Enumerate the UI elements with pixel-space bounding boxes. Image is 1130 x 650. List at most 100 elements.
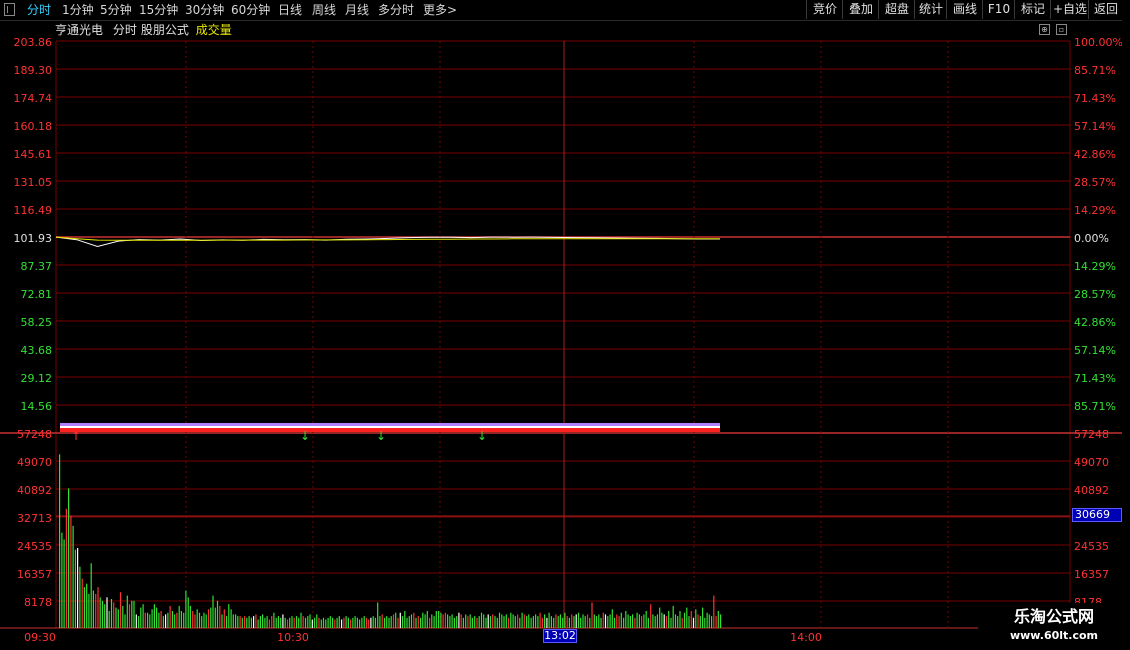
- volume-bar: [528, 614, 530, 628]
- volume-axis-label: 40892: [17, 484, 52, 497]
- volume-bar: [289, 617, 291, 628]
- volume-bar: [580, 617, 582, 628]
- volume-bar: [95, 593, 97, 628]
- volume-bar: [207, 609, 210, 628]
- volume-axis-label-right: 40892: [1074, 484, 1109, 497]
- percent-axis-label: 28.57%: [1074, 176, 1116, 189]
- volume-bar: [386, 616, 388, 628]
- volume-bar: [471, 617, 473, 628]
- volume-bar: [250, 617, 252, 628]
- volume-bar: [582, 614, 584, 628]
- volume-bar: [593, 614, 595, 628]
- volume-bar: [372, 616, 374, 628]
- volume-bar: [546, 617, 548, 628]
- volume-bar: [68, 488, 70, 628]
- volume-bar: [553, 617, 555, 628]
- volume-bar: [526, 616, 528, 628]
- volume-bar: [420, 617, 422, 628]
- volume-bar: [602, 612, 604, 628]
- volume-bar: [595, 616, 598, 628]
- volume-bar: [573, 616, 575, 628]
- volume-bar: [122, 605, 124, 628]
- volume-bar: [501, 614, 503, 628]
- volume-bar: [503, 616, 505, 628]
- volume-axis-label-right: 57248: [1074, 428, 1109, 441]
- volume-bar: [262, 614, 264, 628]
- sell-signal-icon: ↓: [300, 429, 310, 443]
- volume-bar: [169, 605, 171, 628]
- volume-bar: [347, 617, 349, 628]
- volume-axis-label: 24535: [17, 540, 52, 553]
- volume-bar: [232, 614, 234, 628]
- volume-bar: [555, 614, 557, 628]
- volume-bar: [212, 595, 214, 628]
- sell-signal-icon: ↓: [477, 429, 487, 443]
- percent-axis-label: 71.43%: [1074, 92, 1116, 105]
- volume-bar: [345, 616, 347, 628]
- volume-bar: [519, 617, 521, 628]
- percent-axis-label: 14.29%: [1074, 260, 1116, 273]
- volume-bar: [442, 614, 444, 628]
- percent-axis-label: 42.86%: [1074, 316, 1116, 329]
- time-axis-label: 09:30: [24, 631, 56, 644]
- volume-bar: [483, 614, 485, 628]
- volume-bar: [424, 614, 426, 628]
- volume-bar: [435, 611, 437, 628]
- volume-bar: [153, 604, 155, 628]
- volume-bar: [216, 600, 219, 628]
- volume-bar: [460, 614, 462, 628]
- volume-bar: [228, 604, 230, 628]
- price-axis-label: 14.56: [21, 400, 53, 413]
- volume-bar: [201, 616, 203, 628]
- volume-bar: [219, 605, 221, 628]
- volume-bar: [253, 616, 255, 628]
- volume-bar: [604, 614, 607, 628]
- volume-bar: [532, 616, 534, 628]
- volume-bar: [329, 616, 331, 628]
- volume-bar: [377, 602, 379, 628]
- volume-bar: [325, 619, 327, 628]
- volume-bar: [702, 607, 704, 628]
- volume-bar: [230, 609, 232, 628]
- price-axis-label: 189.30: [14, 64, 53, 77]
- volume-bar: [295, 616, 298, 628]
- price-axis-label: 131.05: [14, 176, 53, 189]
- volume-bar: [275, 617, 277, 628]
- volume-bar: [307, 616, 309, 628]
- volume-bar: [225, 616, 228, 628]
- volume-bar: [138, 616, 140, 628]
- price-axis-label: 101.93: [14, 232, 53, 245]
- volume-bar: [668, 611, 670, 628]
- volume-bar: [645, 611, 647, 628]
- volume-bar: [498, 612, 501, 628]
- volume-bar: [433, 616, 435, 628]
- volume-axis-label: 32713: [17, 512, 52, 525]
- volume-bar: [59, 454, 61, 628]
- volume-bar: [318, 617, 320, 628]
- volume-bar: [237, 616, 239, 628]
- volume-bar: [480, 612, 483, 628]
- formula-band-white: [60, 426, 720, 428]
- intraday-chart[interactable]: 203.86 100.00% 189.30 85.71% 174.74 71.43% 160…: [0, 0, 1130, 650]
- volume-bar: [431, 614, 433, 628]
- volume-bar: [388, 617, 390, 628]
- volume-bar: [451, 614, 453, 628]
- volume-bar: [681, 617, 683, 628]
- volume-bar: [623, 617, 625, 628]
- volume-bar: [313, 617, 316, 628]
- volume-bar: [611, 609, 613, 628]
- volume-bar: [196, 609, 198, 628]
- volume-bar: [185, 590, 187, 628]
- volume-bar: [361, 617, 363, 628]
- volume-bar: [600, 617, 602, 628]
- volume-bar: [679, 611, 681, 628]
- volume-bar: [397, 617, 399, 628]
- volume-bar: [643, 614, 645, 628]
- volume-bar: [113, 602, 115, 628]
- volume-bar: [167, 612, 169, 628]
- price-axis-label: 174.74: [14, 92, 53, 105]
- volume-bar: [512, 614, 514, 628]
- volume-bar: [598, 614, 600, 628]
- volume-bar: [627, 614, 629, 628]
- volume-bar: [557, 616, 559, 628]
